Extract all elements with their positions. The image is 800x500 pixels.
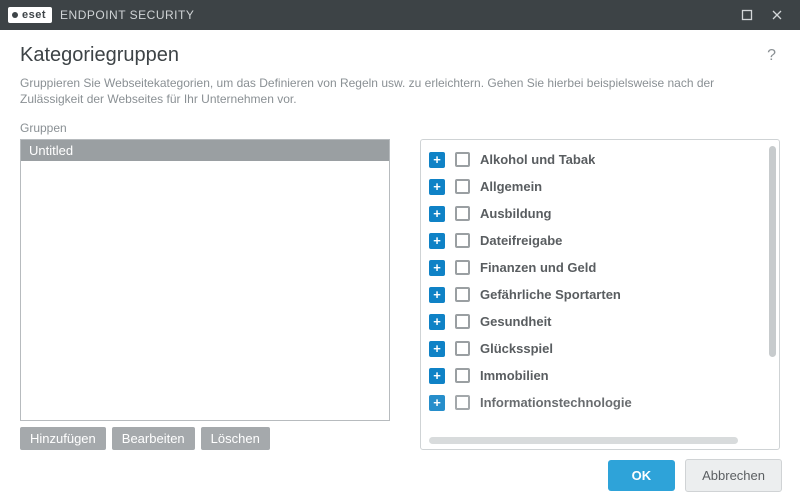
category-row[interactable]: + Gesundheit [429, 308, 761, 335]
checkbox[interactable] [455, 341, 470, 356]
add-button[interactable]: Hinzufügen [20, 427, 106, 450]
page-title: Kategoriegruppen [20, 44, 179, 67]
window-close-button[interactable] [762, 0, 792, 30]
brand-short: eset [22, 9, 46, 21]
category-label: Alkohol und Tabak [480, 152, 595, 167]
categories-list[interactable]: +Alkohol und Tabak+Allgemein+Ausbildung+… [429, 146, 779, 443]
category-row[interactable]: + Ausbildung [429, 200, 761, 227]
group-item[interactable]: Untitled [21, 140, 389, 161]
expand-icon[interactable]: + [429, 206, 445, 222]
category-row[interactable]: + Gefährliche Sportarten [429, 281, 761, 308]
brand-dot-icon [12, 12, 18, 18]
vertical-scrollbar[interactable] [768, 146, 777, 427]
category-label: Allgemein [480, 179, 542, 194]
category-label: Dateifreigabe [480, 233, 562, 248]
category-label: Glücksspiel [480, 341, 553, 356]
category-row[interactable]: + Immobilien [429, 362, 761, 389]
category-label: Gesundheit [480, 314, 552, 329]
expand-icon[interactable]: + [429, 287, 445, 303]
page-description: Gruppieren Sie Webseitekategorien, um da… [20, 75, 780, 107]
checkbox[interactable] [455, 206, 470, 221]
checkbox[interactable] [455, 233, 470, 248]
checkbox[interactable] [455, 179, 470, 194]
checkbox[interactable] [455, 395, 470, 410]
content: Kategoriegruppen ? Gruppieren Sie Websei… [0, 30, 800, 450]
help-button[interactable]: ? [763, 45, 780, 67]
category-row[interactable]: + Informationstechnologie [429, 389, 761, 416]
checkbox[interactable] [455, 368, 470, 383]
checkbox[interactable] [455, 287, 470, 302]
checkbox[interactable] [455, 314, 470, 329]
category-row[interactable]: + Dateifreigabe [429, 227, 761, 254]
category-label: Immobilien [480, 368, 549, 383]
expand-icon[interactable]: + [429, 233, 445, 249]
category-row[interactable]: + Alkohol und Tabak [429, 146, 761, 173]
delete-button[interactable]: Löschen [201, 427, 270, 450]
category-label: Ausbildung [480, 206, 552, 221]
category-label: Gefährliche Sportarten [480, 287, 621, 302]
footer: OK Abbrechen [0, 450, 800, 500]
window-maximize-button[interactable] [732, 0, 762, 30]
expand-icon[interactable]: + [429, 395, 445, 411]
close-icon [771, 9, 783, 21]
maximize-icon [741, 9, 753, 21]
expand-icon[interactable]: + [429, 314, 445, 330]
category-row[interactable]: + Allgemein [429, 173, 761, 200]
checkbox[interactable] [455, 260, 470, 275]
expand-icon[interactable]: + [429, 260, 445, 276]
edit-button[interactable]: Bearbeiten [112, 427, 195, 450]
category-label: Finanzen und Geld [480, 260, 596, 275]
categories-panel: +Alkohol und Tabak+Allgemein+Ausbildung+… [420, 139, 780, 450]
category-row[interactable]: + Finanzen und Geld [429, 254, 761, 281]
expand-icon[interactable]: + [429, 179, 445, 195]
groups-button-row: Hinzufügen Bearbeiten Löschen [20, 427, 390, 450]
titlebar: eset ENDPOINT SECURITY [0, 0, 800, 30]
expand-icon[interactable]: + [429, 341, 445, 357]
scrollbar-thumb[interactable] [429, 437, 738, 444]
horizontal-scrollbar[interactable] [429, 437, 765, 445]
ok-button[interactable]: OK [608, 460, 676, 491]
category-label: Informationstechnologie [480, 395, 632, 410]
groups-list[interactable]: Untitled [20, 139, 390, 421]
expand-icon[interactable]: + [429, 152, 445, 168]
checkbox[interactable] [455, 152, 470, 167]
category-row[interactable]: + Glücksspiel [429, 335, 761, 362]
scrollbar-thumb[interactable] [769, 146, 776, 356]
groups-panel: Untitled Hinzufügen Bearbeiten Löschen [20, 139, 390, 450]
app-name: ENDPOINT SECURITY [60, 8, 194, 22]
groups-label: Gruppen [20, 121, 780, 135]
brand-logo: eset [8, 7, 52, 23]
cancel-button[interactable]: Abbrechen [685, 459, 782, 492]
expand-icon[interactable]: + [429, 368, 445, 384]
